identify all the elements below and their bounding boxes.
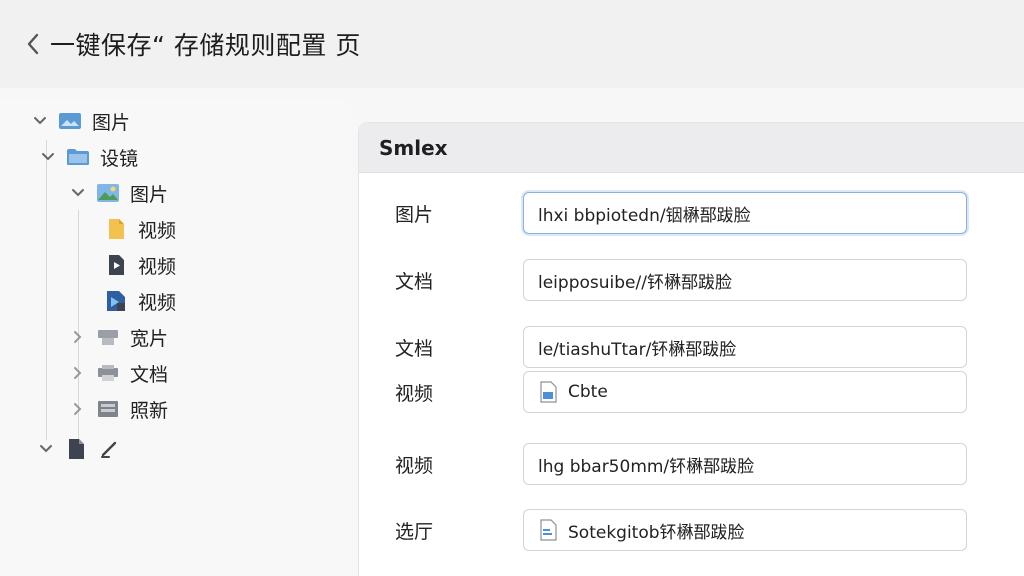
input-value: lhxi bbpiotedn/铟楙郚跋脸 [538,205,751,226]
chevron-down-icon[interactable] [68,183,88,203]
input-value: Cbte [568,382,608,402]
image-icon [96,182,120,204]
document-icon [104,218,128,240]
tree-item-label: 设镜 [100,147,139,170]
tree-item-label: 文档 [130,363,169,386]
form-row: 文档 le/tiashuTtar/钚楙郚跋脸 [359,325,1024,369]
rules-panel: Smlex 图片 lhxi bbpiotedn/铟楙郚跋脸 文档 leippos… [358,122,1024,576]
input-value: lhg bbar50mm/钚楙郚跋脸 [538,456,755,477]
folder-icon [66,146,90,168]
video-file-icon [104,254,128,276]
tree-item-video-1[interactable]: 视频 [104,214,176,244]
archive-icon [96,398,120,420]
chevron-down-icon[interactable] [36,439,56,459]
drive-icon [96,326,120,348]
chevron-down-icon[interactable] [38,147,58,167]
tree-item-archive[interactable]: 照新 [68,394,168,424]
tree-item-pictures-sub[interactable]: 图片 [68,178,168,208]
tree-item-label: 宽片 [130,327,169,350]
form-row: 选厅 Sotekgitob钚楙郚跋脸 [359,508,1024,552]
input-value: leipposuibe//钚楙郚跋脸 [538,272,732,293]
form-label: 图片 [395,203,434,226]
form-row: 图片 lhxi bbpiotedn/铟楙郚跋脸 [359,191,1024,235]
path-input[interactable]: leipposuibe//钚楙郚跋脸 [523,259,967,301]
file-icon [538,381,558,403]
chevron-down-icon[interactable] [30,111,50,131]
file-icon [64,438,88,460]
form-label: 选厅 [395,520,434,543]
tree-item-wide[interactable]: 宽片 [68,322,168,352]
page-title: 一键保存“ 存储规则配置 页 [50,31,361,60]
form-row: 视频 lhg bbar50mm/钚楙郚跋脸 [359,442,1024,486]
tree-item-video-3[interactable]: 视频 [104,286,176,316]
header-bar: 一键保存“ 存储规则配置 页 [0,0,1024,88]
tree-item-label: 视频 [138,291,177,314]
tree-item-pictures[interactable]: 图片 [30,106,130,136]
tree-item-file[interactable] [36,434,132,464]
chevron-right-icon[interactable] [68,399,88,419]
edit-pencil-icon[interactable] [98,438,122,460]
form-label: 视频 [395,382,434,405]
input-value: Sotekgitob钚楙郚跋脸 [568,522,745,543]
chevron-right-icon[interactable] [68,363,88,383]
document-icon [538,519,558,541]
file-select-input[interactable]: Cbte [523,371,967,413]
form-label: 视频 [395,454,434,477]
printer-icon [96,362,120,384]
folder-tree: 图片 设镜 图片 视频 视频 视频 宽片 文档 照新 [0,100,350,576]
path-input[interactable]: le/tiashuTtar/钚楙郚跋脸 [523,326,967,368]
path-input[interactable]: lhxi bbpiotedn/铟楙郚跋脸 [523,192,967,234]
tree-item-label: 图片 [92,111,131,134]
back-chevron-icon[interactable] [22,29,44,59]
file-select-input[interactable]: Sotekgitob钚楙郚跋脸 [523,509,967,551]
image-folder-icon [58,110,82,132]
chevron-right-icon[interactable] [68,327,88,347]
tree-item-label: 照新 [130,399,169,422]
panel-title: Smlex [379,135,448,160]
form-row: 文档 leipposuibe//钚楙郚跋脸 [359,258,1024,302]
input-value: le/tiashuTtar/钚楙郚跋脸 [538,339,737,360]
tree-item-devices[interactable]: 设镜 [38,142,138,172]
form-label: 文档 [395,337,434,360]
tree-item-label: 图片 [130,183,169,206]
form-label: 文档 [395,270,434,293]
tree-item-docs[interactable]: 文档 [68,358,168,388]
path-input[interactable]: lhg bbar50mm/钚楙郚跋脸 [523,443,967,485]
panel-header: Smlex [359,123,1024,173]
tree-item-label: 视频 [138,255,177,278]
tree-guide-line [46,140,47,440]
tree-item-label: 视频 [138,219,177,242]
form-row: 视频 Cbte [359,370,1024,414]
tree-item-video-2[interactable]: 视频 [104,250,176,280]
media-file-icon [104,290,128,312]
